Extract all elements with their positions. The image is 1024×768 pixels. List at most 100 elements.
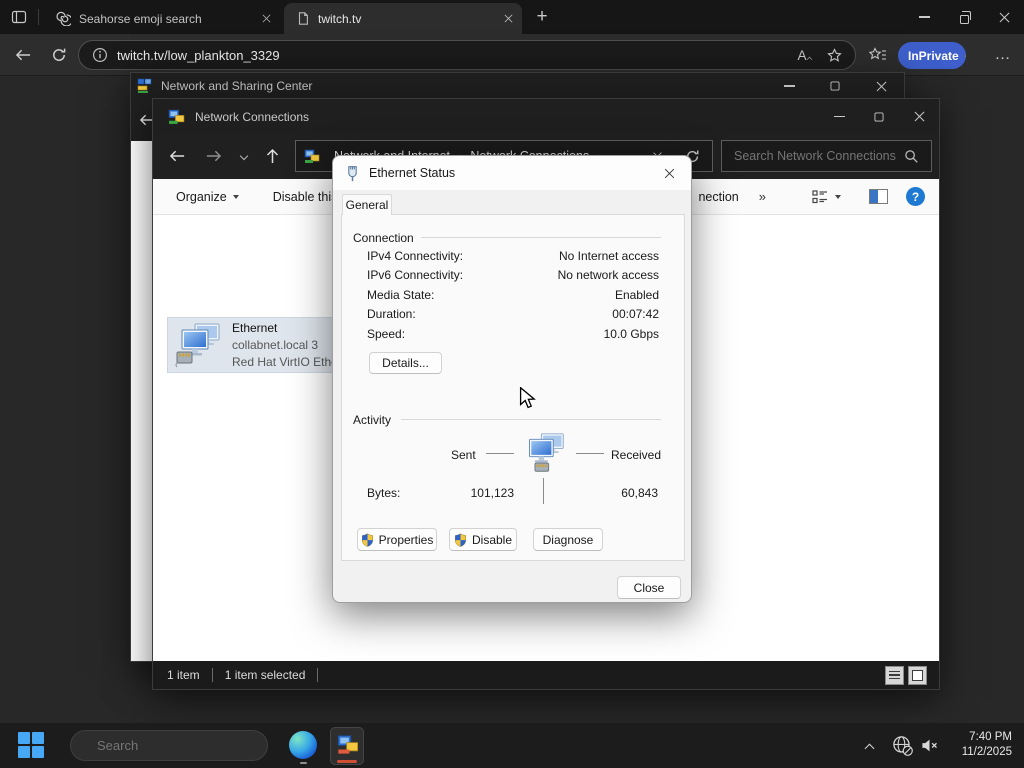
address-bar[interactable]: twitch.tv/low_plankton_3329 A xyxy=(78,40,856,70)
nsc-minimize-button[interactable] xyxy=(766,73,812,99)
favorites-star-list-icon xyxy=(869,47,886,60)
speaker-muted-icon[interactable] xyxy=(920,737,939,754)
minimize-icon xyxy=(918,16,930,18)
taskbar-search-input[interactable] xyxy=(87,738,273,753)
nc-minimize-button[interactable] xyxy=(819,99,859,134)
read-aloud-button[interactable]: A xyxy=(787,48,817,63)
selected-count: 1 item selected xyxy=(224,668,306,682)
add-favorite-button[interactable] xyxy=(817,47,851,63)
start-button[interactable] xyxy=(18,732,44,758)
tray-clock[interactable]: 7:40 PM 11/2/2025 xyxy=(944,730,1012,760)
rename-connection-command-fragment[interactable]: nection xyxy=(698,190,738,204)
maximize-icon xyxy=(830,81,840,91)
windows-logo-icon xyxy=(18,732,30,744)
nsc-close-button[interactable] xyxy=(858,73,904,99)
connection-device: Red Hat VirtIO Ether xyxy=(232,355,342,369)
organize-menu-button[interactable]: Organize xyxy=(176,190,239,204)
nc-forward-button[interactable] xyxy=(205,149,222,163)
nsc-maximize-button[interactable] xyxy=(812,73,858,99)
browser-settings-menu-button[interactable]: … xyxy=(990,42,1016,68)
browser-minimize-button[interactable] xyxy=(904,0,944,34)
maximize-icon xyxy=(874,112,884,121)
dialog-titlebar[interactable]: Ethernet Status xyxy=(333,156,691,190)
search-icon[interactable] xyxy=(904,149,919,164)
item-count: 1 item xyxy=(167,668,200,682)
nc-maximize-button[interactable] xyxy=(859,99,899,134)
close-button[interactable]: Close xyxy=(617,576,681,599)
edge-logo-icon xyxy=(289,731,317,759)
nc-search-box[interactable] xyxy=(721,140,932,172)
connection-network: collabnet.local 3 xyxy=(232,338,319,352)
icons-view-button[interactable] xyxy=(908,665,927,685)
browser-refresh-button[interactable] xyxy=(46,42,72,68)
site-info-icon[interactable] xyxy=(92,47,108,63)
tab-actions-menu-button[interactable] xyxy=(8,7,30,27)
nc-recent-pages-chevron-icon[interactable] xyxy=(239,151,249,161)
taskbar-edge-button[interactable] xyxy=(287,730,319,764)
nc-search-input[interactable] xyxy=(722,149,904,163)
commandbar-overflow-icon[interactable]: » xyxy=(759,189,766,204)
taskbar-network-connections-button[interactable] xyxy=(330,727,364,765)
media-state-value: Enabled xyxy=(614,288,659,302)
nc-back-button[interactable] xyxy=(169,149,186,163)
ethernet-adapter-icon xyxy=(175,323,220,368)
nc-statusbar: 1 item 1 item selected xyxy=(153,661,939,689)
address-location-icon xyxy=(304,149,320,163)
details-view-button[interactable] xyxy=(885,665,904,685)
preview-pane-button[interactable] xyxy=(869,189,888,204)
browser-back-button[interactable] xyxy=(10,42,36,68)
browser-restore-button[interactable] xyxy=(944,0,984,34)
favorites-button[interactable] xyxy=(864,42,892,68)
close-icon xyxy=(876,81,887,92)
bytes-label: Bytes: xyxy=(367,486,401,500)
ethernet-plug-icon xyxy=(348,165,357,181)
ethernet-status-dialog: Ethernet Status General Connection IPv4 … xyxy=(332,155,692,603)
restore-icon xyxy=(959,11,971,24)
nsc-title: Network and Sharing Center xyxy=(161,79,313,93)
mouse-cursor xyxy=(519,387,536,409)
inprivate-badge[interactable]: InPrivate xyxy=(898,42,966,69)
ipv4-value: No Internet access xyxy=(558,249,659,263)
help-button[interactable]: ? xyxy=(906,187,925,206)
inprivate-label: InPrivate xyxy=(908,48,959,63)
taskbar-search-box[interactable] xyxy=(70,730,273,761)
change-view-button[interactable] xyxy=(812,189,841,205)
details-button[interactable]: Details... xyxy=(369,352,442,374)
tab-general[interactable]: General xyxy=(342,194,392,215)
refresh-icon xyxy=(53,48,66,61)
close-icon xyxy=(999,12,1010,23)
media-state-row: Media State: Enabled xyxy=(367,288,659,302)
page-favicon-icon xyxy=(298,12,308,25)
tab-close-icon[interactable] xyxy=(262,14,271,23)
url-text: twitch.tv/low_plankton_3329 xyxy=(117,47,280,63)
new-tab-button[interactable]: + xyxy=(530,5,554,29)
tab-close-icon[interactable] xyxy=(504,14,513,23)
properties-button[interactable]: Properties xyxy=(357,528,437,551)
nc-close-button[interactable] xyxy=(899,99,939,134)
nc-up-button[interactable] xyxy=(265,148,280,164)
nc-title: Network Connections xyxy=(195,109,310,124)
ipv6-label: IPv6 Connectivity: xyxy=(367,268,464,282)
network-no-internet-icon[interactable] xyxy=(892,735,913,756)
disable-button[interactable]: Disable xyxy=(449,528,517,551)
minimize-icon xyxy=(833,115,845,118)
dialog-close-icon[interactable] xyxy=(664,168,674,178)
nc-titlebar[interactable]: Network Connections xyxy=(153,99,939,134)
back-arrow-icon xyxy=(15,49,30,61)
tab-seahorse[interactable]: Seahorse emoji search xyxy=(44,3,280,34)
tray-time: 7:40 PM xyxy=(969,731,1012,743)
diagnose-button[interactable]: Diagnose xyxy=(533,528,603,551)
tray-overflow-chevron-icon[interactable] xyxy=(864,743,875,754)
uac-shield-icon xyxy=(455,533,466,547)
statusbar-divider xyxy=(317,668,319,682)
tab-twitch[interactable]: twitch.tv xyxy=(284,3,522,34)
profile-avatar[interactable] xyxy=(963,45,966,67)
sent-dash xyxy=(486,453,514,455)
nsc-titlebar[interactable]: Network and Sharing Center xyxy=(131,73,904,99)
ipv4-label: IPv4 Connectivity: xyxy=(367,249,464,263)
activity-computer-icon xyxy=(529,433,564,472)
active-app-indicator xyxy=(337,760,357,763)
browser-close-button[interactable] xyxy=(984,0,1024,34)
taskbar: 7:40 PM 11/2/2025 xyxy=(0,723,1024,768)
statusbar-divider xyxy=(211,668,213,682)
